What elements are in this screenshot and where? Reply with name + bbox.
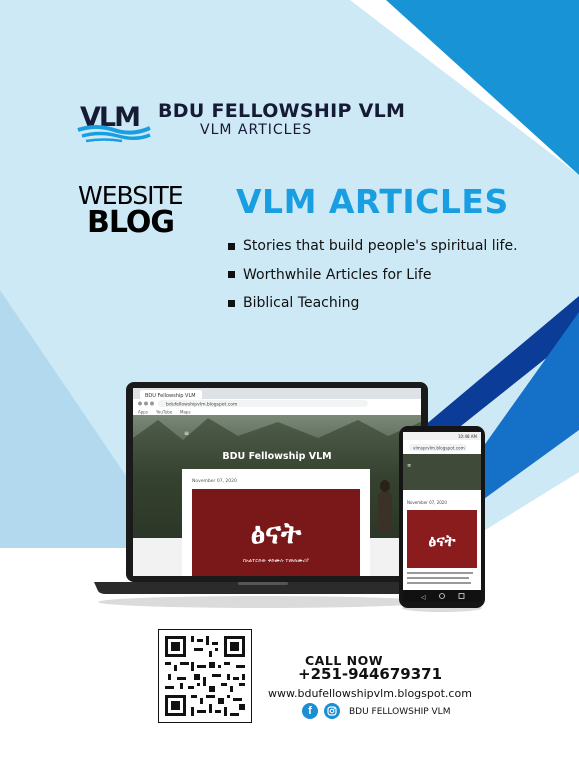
list-item: Worthwhile Articles for Life [228, 261, 518, 290]
post-date: November 07, 2020 [192, 478, 237, 484]
post-image-subtitle: ከአልተርድው ቅድሙሉ ተመጠሙሪያ [243, 558, 309, 564]
social-handle: BDU FELLOWSHIP VLM [349, 707, 451, 717]
headline: VLM ARTICLES [236, 182, 509, 221]
laptop-mockup: BDU Fellowship VLM bdufellowshipvlm.blog… [94, 382, 432, 608]
blog-label: BLOG [87, 205, 175, 240]
phone-status-time: 10:48 AM [458, 434, 478, 439]
instagram-icon[interactable] [324, 703, 340, 719]
facebook-icon[interactable]: f [302, 703, 318, 719]
brand-subtitle: VLM ARTICLES [200, 122, 313, 138]
list-item-text: Stories that build people's spiritual li… [243, 238, 518, 255]
vlm-logo: VLM [77, 102, 151, 143]
feature-list: Stories that build people's spiritual li… [228, 232, 518, 318]
website-link[interactable]: www.bdufellowshipvlm.blogspot.com [268, 687, 472, 700]
svg-text:≡: ≡ [407, 463, 411, 469]
list-item-text: Worthwhile Articles for Life [243, 266, 432, 283]
bookmark-maps: Maps [180, 410, 191, 415]
bookmark-apps: Apps [138, 410, 148, 415]
phone-post-date: November 07, 2020 [407, 500, 447, 505]
phone-url: vlmsprvlm.blogspot.com [413, 446, 465, 451]
qr-code [158, 629, 252, 723]
svg-text:◁: ◁ [421, 594, 426, 601]
phone-mockup: 10:48 AM vlmsprvlm.blogspot.com ≡ Novemb… [399, 426, 485, 612]
phone-post-image-title: ፅናት [429, 531, 456, 550]
bookmark-youtube: YouTube [155, 410, 173, 415]
list-item: Biblical Teaching [228, 289, 518, 318]
bullet-icon [228, 299, 235, 307]
phone-number[interactable]: +251-944679371 [298, 665, 442, 683]
svg-text:≡: ≡ [184, 430, 189, 437]
browser-tab-title: BDU Fellowship VLM [145, 393, 196, 399]
browser-url: bdufellowshipvlm.blogspot.com [166, 402, 237, 408]
blog-title: BDU Fellowship VLM [222, 451, 331, 462]
list-item-text: Biblical Teaching [243, 295, 360, 312]
bullet-icon [228, 242, 235, 250]
laptop-screen: BDU Fellowship VLM bdufellowshipvlm.blog… [133, 388, 421, 576]
list-item: Stories that build people's spiritual li… [228, 232, 518, 261]
post-image-title: ፅናት [251, 516, 302, 551]
brand-name: BDU FELLOWSHIP VLM [158, 100, 406, 122]
bullet-icon [228, 271, 235, 279]
